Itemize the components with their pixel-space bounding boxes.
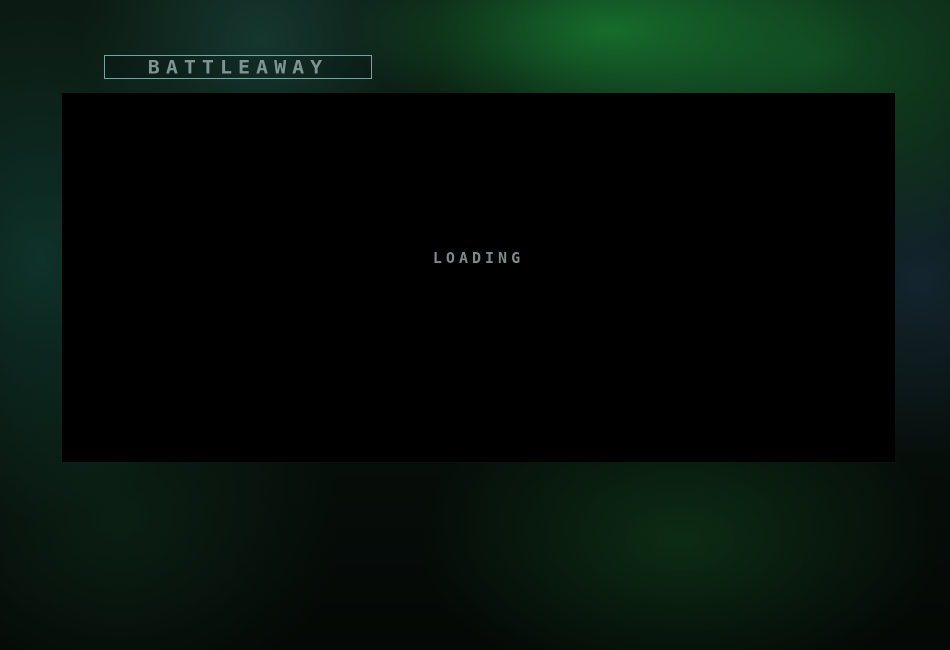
logo-text: BATTLEAWAY <box>147 55 329 79</box>
loading-status: LOADING <box>432 249 525 267</box>
page-background: BATTLEAWAY LOADING <box>0 0 950 650</box>
game-viewport[interactable]: LOADING <box>62 93 895 462</box>
game-logo[interactable]: BATTLEAWAY <box>104 55 372 79</box>
